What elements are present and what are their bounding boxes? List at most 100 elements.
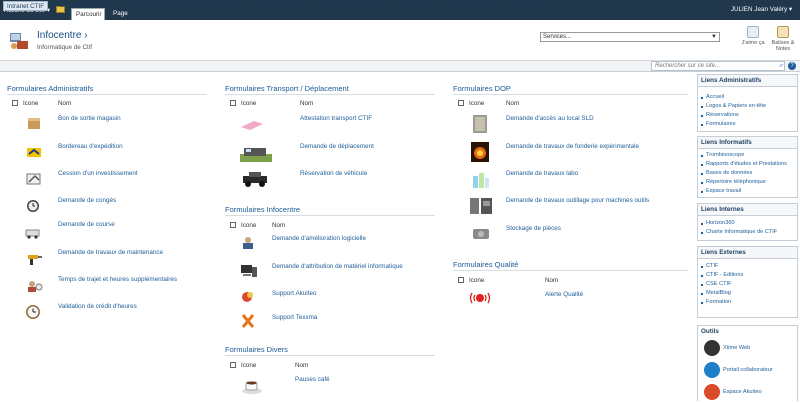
nav-tableaux-de-bord[interactable]: Tableaux de bord bbox=[501, 1, 555, 11]
help-icon[interactable]: ? bbox=[788, 62, 796, 70]
link-temps-trajet[interactable]: Temps de trajet et heures supplémentaire… bbox=[58, 276, 177, 283]
sidebar-link-accueil[interactable]: Accueil bbox=[698, 93, 797, 102]
link-travaux-fonderie[interactable]: Demande de travaux de fonderie expérimen… bbox=[506, 143, 639, 150]
section-rule bbox=[225, 94, 435, 95]
nav-espace-rd[interactable]: Espace R&D collective et Conventions bbox=[131, 1, 244, 11]
link-amelioration-logicielle[interactable]: Demande d'amélioration logicielle bbox=[272, 235, 366, 242]
like-button[interactable]: J'aime ça bbox=[738, 26, 768, 46]
site-subtitle: Informatique de Ctif bbox=[37, 44, 92, 51]
lab-flasks-icon bbox=[473, 173, 489, 188]
select-all-checkbox[interactable] bbox=[230, 362, 236, 368]
nav-espace-qualite[interactable]: Espace Qualité bbox=[446, 1, 495, 11]
tool-portail-collaborateur[interactable]: Portail collaborateur bbox=[698, 359, 797, 381]
select-all-checkbox[interactable] bbox=[458, 100, 464, 106]
sidebar-link-formulaires[interactable]: Formulaires bbox=[698, 120, 797, 129]
door-icon bbox=[473, 115, 487, 133]
user-computer-icon bbox=[243, 237, 253, 249]
link-demande-deplacement[interactable]: Demande de déplacement bbox=[300, 143, 374, 150]
link-bon-de-sortie[interactable]: Bon de sortie magasin bbox=[58, 115, 121, 122]
search-placeholder: Rechercher sur ce site... bbox=[655, 63, 721, 69]
nav-espace-administratif[interactable]: Espace Administratif bbox=[323, 1, 386, 11]
link-support-akuiteo[interactable]: Support Akuiteo bbox=[272, 290, 316, 297]
select-all-checkbox[interactable] bbox=[12, 100, 18, 106]
link-reservation-vehicule[interactable]: Réservation de véhicule bbox=[300, 170, 367, 177]
panel-title: Liens Administratifs bbox=[698, 75, 797, 87]
section-title-admin: Formulaires Administratifs bbox=[7, 84, 94, 93]
akuiteo-icon bbox=[704, 384, 720, 400]
col-header-name: Nom bbox=[300, 100, 314, 107]
parts-icon bbox=[473, 229, 489, 239]
link-alerte-qualite[interactable]: Alerte Qualité bbox=[545, 291, 583, 298]
panel-outils: Outils Xtime Web Portail collaborateur E… bbox=[697, 325, 798, 401]
stopwatch-icon bbox=[704, 340, 720, 356]
nav-espace-prestations[interactable]: Espace Prestations bbox=[256, 1, 316, 11]
sidebar-link-ctif[interactable]: CTIF bbox=[698, 262, 797, 271]
sidebar-link-ctif-editions[interactable]: CTIF - Editions bbox=[698, 271, 797, 280]
sidebar-link-trombinoscope[interactable]: Trombinoscope bbox=[698, 151, 797, 160]
section-rule bbox=[453, 270, 688, 271]
tool-xtime[interactable]: Xtime Web bbox=[698, 337, 797, 359]
link-travaux-outillage[interactable]: Demande de travaux outillage pour machin… bbox=[506, 197, 649, 204]
link-validation-credit-heures[interactable]: Validation de crédit d'heures bbox=[58, 303, 137, 310]
col-header-icon: Icone bbox=[241, 222, 257, 229]
sidebar-link-bases[interactable]: Bases de données bbox=[698, 169, 797, 178]
link-support-texxma[interactable]: Support Texxma bbox=[272, 314, 317, 321]
select-all-checkbox[interactable] bbox=[458, 277, 464, 283]
link-demande-conges[interactable]: Demande de congés bbox=[58, 197, 116, 204]
link-demande-course[interactable]: Demande de course bbox=[58, 221, 115, 228]
panel-title: Outils bbox=[698, 326, 797, 337]
sidebar-link-formation[interactable]: Formation bbox=[698, 298, 797, 307]
select-all-checkbox[interactable] bbox=[230, 222, 236, 228]
coffee-cup-icon bbox=[242, 381, 262, 394]
tool-espace-akuiteo[interactable]: Espace Akuiteo bbox=[698, 381, 797, 403]
ticket-icon bbox=[241, 121, 263, 130]
services-dropdown[interactable]: Services... ▼ bbox=[540, 32, 720, 42]
train-icon bbox=[240, 148, 272, 162]
link-stockage-pieces[interactable]: Stockage de pièces bbox=[506, 225, 561, 232]
services-dropdown-value: Services... bbox=[543, 34, 572, 40]
panel-liens-externes: Liens Externes CTIF CTIF - Editions CSE … bbox=[697, 246, 798, 318]
clock-icon bbox=[27, 200, 39, 212]
chevron-down-icon: ▼ bbox=[711, 34, 717, 40]
sidebar-link-repertoire[interactable]: Répertoire téléphonique bbox=[698, 178, 797, 187]
site-search-input[interactable]: Rechercher sur ce site... ⌕ bbox=[651, 61, 785, 71]
link-travaux-labo[interactable]: Demande de travaux labo bbox=[506, 170, 578, 177]
select-all-checkbox[interactable] bbox=[230, 100, 236, 106]
nav-mediatheque[interactable]: Médiathèque bbox=[395, 1, 437, 11]
search-icon[interactable]: ⌕ bbox=[779, 62, 783, 70]
panel-liens-administratifs: Liens Administratifs Accueil Logos & Pap… bbox=[697, 74, 798, 132]
panel-title: Liens Informatifs bbox=[698, 137, 797, 149]
col-header-icon: Icone bbox=[469, 100, 485, 107]
drill-icon bbox=[28, 255, 42, 265]
link-travaux-maintenance[interactable]: Demande de travaux de maintenance bbox=[58, 249, 163, 256]
link-attestation-transport[interactable]: Attestation transport CTIF bbox=[300, 115, 372, 122]
link-pauses-cafe[interactable]: Pauses café bbox=[295, 376, 330, 383]
nav-directions-services[interactable]: Directions / Services bbox=[57, 1, 120, 11]
link-attribution-materiel[interactable]: Demande d'attribution de matériel inform… bbox=[272, 263, 403, 270]
wall-clock-icon bbox=[26, 305, 40, 319]
section-rule bbox=[7, 94, 207, 95]
user-menu[interactable]: JULIEN Jean Valéry ▾ bbox=[731, 6, 792, 13]
sidebar-link-logos[interactable]: Logos & Papiers en-tête bbox=[698, 102, 797, 111]
link-acces-local-sld[interactable]: Demande d'accès au local SLD bbox=[506, 115, 594, 122]
sidebar-link-metalblog[interactable]: MetalBlog bbox=[698, 289, 797, 298]
panel-title: Liens Externes bbox=[698, 247, 797, 259]
person-clock-icon bbox=[28, 281, 43, 292]
nav-intranet-ctif[interactable]: Intranet CTIF bbox=[3, 1, 49, 11]
tags-notes-button[interactable]: Balises & Notes bbox=[768, 26, 798, 52]
sidebar-link-espace-travail[interactable]: Espace travail bbox=[698, 187, 797, 196]
site-title[interactable]: Infocentre › bbox=[37, 30, 88, 41]
tool-label: Portail collaborateur bbox=[723, 367, 773, 373]
col-header-name: Nom bbox=[545, 277, 559, 284]
foundry-icon bbox=[471, 142, 489, 162]
link-bordereau-expedition[interactable]: Bordereau d'expédition bbox=[58, 143, 123, 150]
sidebar-link-horizon360[interactable]: Horizon360 bbox=[698, 219, 797, 228]
sidebar-link-cse[interactable]: CSE CTIF bbox=[698, 280, 797, 289]
sidebar-link-reservations[interactable]: Réservations bbox=[698, 111, 797, 120]
link-cession-investissement[interactable]: Cession d'un investissement bbox=[58, 170, 138, 177]
col-header-name: Nom bbox=[58, 100, 72, 107]
computer-icon bbox=[241, 265, 257, 277]
col-header-icon: Icone bbox=[469, 277, 485, 284]
sidebar-link-charte[interactable]: Charte Informatique de CTIF bbox=[698, 228, 797, 237]
sidebar-link-rapports[interactable]: Rapports d'études et Prestations bbox=[698, 160, 797, 169]
